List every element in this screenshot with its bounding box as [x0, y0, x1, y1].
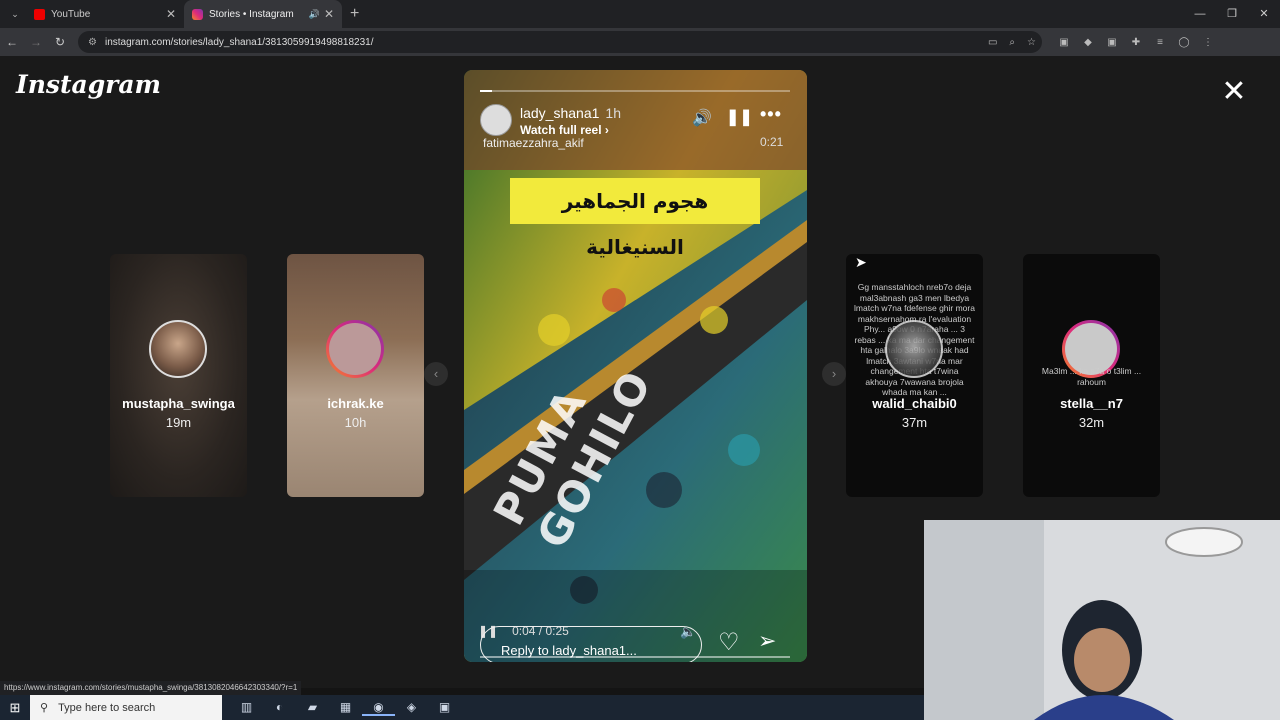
send-message-icon[interactable]: ➢ — [758, 628, 776, 654]
story-username-line: lady_shana1 1h — [520, 105, 621, 121]
window-controls: — ❐ ✕ — [1184, 0, 1280, 28]
browser-tab-bar: ⌄ YouTube ✕ Stories • Instagram 🔊 ✕ + — … — [0, 0, 1280, 28]
close-window-icon[interactable]: ✕ — [1248, 0, 1280, 28]
mouse-cursor-icon: ➤ — [855, 254, 867, 270]
restore-icon[interactable]: ❐ — [1216, 0, 1248, 28]
zoom-icon[interactable]: ⌕ — [1009, 37, 1015, 48]
story-preview-walid-chaibi0[interactable]: Gg mansstahloch nreb7o deja mal3abnash g… — [846, 254, 983, 497]
instagram-logo[interactable]: Instagram — [16, 70, 161, 99]
tab-title: YouTube — [51, 8, 91, 20]
avatar — [885, 320, 943, 378]
search-icon: ⚲ — [40, 702, 49, 714]
pause-icon[interactable]: ❚❚ — [726, 107, 753, 127]
discord-icon[interactable]: ◈ — [395, 700, 428, 716]
taskbar-search-placeholder: Type here to search — [58, 701, 156, 714]
close-stories-button[interactable]: ✕ — [1220, 77, 1248, 107]
story-preview-ichrak-ke[interactable]: ichrak.ke 10h — [287, 254, 424, 497]
reload-icon[interactable]: ↻ — [48, 35, 72, 49]
browser-toolbar: ← → ↻ ⚙ instagram.com/stories/lady_shana… — [0, 28, 1280, 56]
story-preview-mustapha-swinga[interactable]: mustapha_swinga 19m — [110, 254, 247, 497]
volume-icon[interactable]: 🔊 — [692, 108, 712, 128]
translate-extension-icon[interactable]: ▣ — [1052, 37, 1076, 48]
tab-close-icon[interactable]: ✕ — [324, 7, 334, 21]
more-options-icon[interactable]: ••• — [760, 104, 782, 125]
story-preview-text: Ma3lm ... ka s7a o t3lim ... rahoum — [1041, 366, 1142, 387]
tab-instagram-stories[interactable]: Stories • Instagram 🔊 ✕ — [184, 0, 342, 28]
story-preview-username: walid_chaibi0 — [872, 396, 957, 411]
story-preview-username: mustapha_swinga — [122, 396, 235, 411]
tab-close-icon[interactable]: ✕ — [166, 7, 176, 21]
tab-youtube[interactable]: YouTube ✕ — [26, 0, 184, 28]
story-preview-time: 32m — [1078, 415, 1105, 430]
bookmark-star-icon[interactable]: ☆ — [1027, 37, 1036, 48]
taskbar-search-box[interactable]: ⚲ Type here to search — [30, 695, 222, 720]
story-progress-bar — [480, 90, 790, 92]
minimize-icon[interactable]: — — [1184, 0, 1216, 28]
avatar — [326, 320, 384, 378]
story-preview-time: 37m — [901, 415, 928, 430]
app-icon[interactable]: ▣ — [428, 700, 461, 716]
tab-title: Stories • Instagram — [209, 8, 294, 20]
instagram-favicon-icon — [192, 8, 203, 20]
youtube-favicon-icon — [34, 8, 45, 20]
extension-icons: ▣ ◆ ▣ ✚ ≡ ◯ ⋮ — [1052, 37, 1220, 48]
profile-icon[interactable]: ◯ — [1172, 37, 1196, 48]
cast-icon[interactable]: ▭ — [988, 37, 997, 48]
file-explorer-icon[interactable]: ▰ — [296, 700, 329, 716]
blue-extension-icon[interactable]: ▣ — [1100, 37, 1124, 48]
like-heart-icon[interactable]: ♡ — [718, 628, 740, 657]
story-duration: 0:21 — [760, 135, 784, 149]
story-preview-username: ichrak.ke — [327, 396, 384, 411]
status-bar-url: https://www.instagram.com/stories/mustap… — [0, 681, 302, 695]
puzzle-extensions-icon[interactable]: ✚ — [1124, 37, 1148, 48]
task-view-icon[interactable]: ▥ — [230, 700, 263, 716]
active-story[interactable]: PUMA GOHILO lady_shana1 1h Watch full ree… — [464, 70, 807, 662]
windows-taskbar: ⊞ ⚲ Type here to search ▥ ◐ ▰ ▦ ◉ ◈ ▣ — [0, 695, 924, 720]
previous-story-arrow-icon[interactable]: ‹ — [424, 362, 448, 386]
next-story-arrow-icon[interactable]: › — [822, 362, 846, 386]
story-caption: هجوم الجماهير السنيغالية — [510, 178, 760, 259]
menu-icon[interactable]: ⋮ — [1196, 37, 1220, 48]
forward-icon[interactable]: → — [24, 35, 48, 49]
address-bar[interactable]: ⚙ instagram.com/stories/lady_shana1/3813… — [78, 31, 1042, 53]
webcam-overlay — [924, 520, 1280, 720]
chrome-icon[interactable]: ◉ — [362, 700, 395, 716]
story-progress-fill — [480, 90, 493, 92]
site-info-icon[interactable]: ⚙ — [88, 37, 97, 48]
tagged-user[interactable]: fatimaezzahra_akif — [483, 136, 584, 150]
video-seek-bar[interactable] — [480, 656, 790, 658]
story-age: 1h — [605, 105, 621, 121]
story-username[interactable]: lady_shana1 — [520, 105, 599, 121]
url-text: instagram.com/stories/lady_shana1/381305… — [104, 36, 374, 48]
tab-audio-icon[interactable]: 🔊 — [309, 9, 320, 20]
tab-search-icon[interactable]: ⌄ — [4, 3, 26, 25]
diamond-extension-icon[interactable]: ◆ — [1076, 37, 1100, 48]
avatar[interactable] — [480, 104, 512, 136]
watch-full-reel-link[interactable]: Watch full reel › — [520, 123, 609, 137]
new-tab-button[interactable]: + — [350, 5, 359, 23]
story-preview-time: 19m — [165, 415, 192, 430]
windows-start-icon[interactable]: ⊞ — [0, 700, 30, 716]
store-icon[interactable]: ▦ — [329, 700, 362, 716]
taskbar-apps: ▥ ◐ ▰ ▦ ◉ ◈ ▣ — [230, 700, 461, 716]
edge-icon[interactable]: ◐ — [263, 700, 296, 716]
story-preview-username: stella__n7 — [1060, 396, 1123, 411]
story-preview-time: 10h — [344, 415, 367, 430]
webcam-feed — [924, 520, 1280, 720]
back-icon[interactable]: ← — [0, 35, 24, 49]
avatar — [149, 320, 207, 378]
media-controls-icon[interactable]: ≡ — [1148, 37, 1172, 48]
story-preview-stella-n7[interactable]: Ma3lm ... ka s7a o t3lim ... rahoum stel… — [1023, 254, 1160, 497]
